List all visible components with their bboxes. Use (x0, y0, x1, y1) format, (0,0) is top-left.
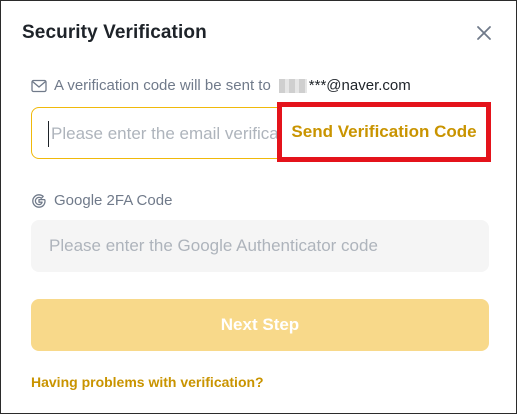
google-2fa-label: Google 2FA Code (54, 192, 173, 209)
google-2fa-label-row: Google 2FA Code (31, 192, 172, 209)
dialog-title: Security Verification (22, 22, 207, 43)
close-icon[interactable] (472, 21, 496, 45)
email-notice-row: A verification code will be sent to ***@… (31, 77, 411, 94)
google-icon (32, 193, 46, 208)
email-notice-text: A verification code will be sent to (54, 77, 271, 94)
security-verification-dialog: Security Verification A verification cod… (0, 0, 517, 414)
next-step-button[interactable]: Next Step (31, 299, 489, 351)
send-code-label: Send Verification Code (291, 122, 477, 141)
masked-email-prefix (278, 78, 307, 93)
send-verification-code-button[interactable]: Send Verification Code (277, 102, 491, 162)
verification-help-link[interactable]: Having problems with verification? (31, 374, 264, 390)
google-2fa-input[interactable] (31, 220, 489, 272)
mail-icon (31, 79, 47, 92)
masked-email: ***@naver.com (308, 77, 411, 94)
email-code-input[interactable] (48, 121, 277, 147)
